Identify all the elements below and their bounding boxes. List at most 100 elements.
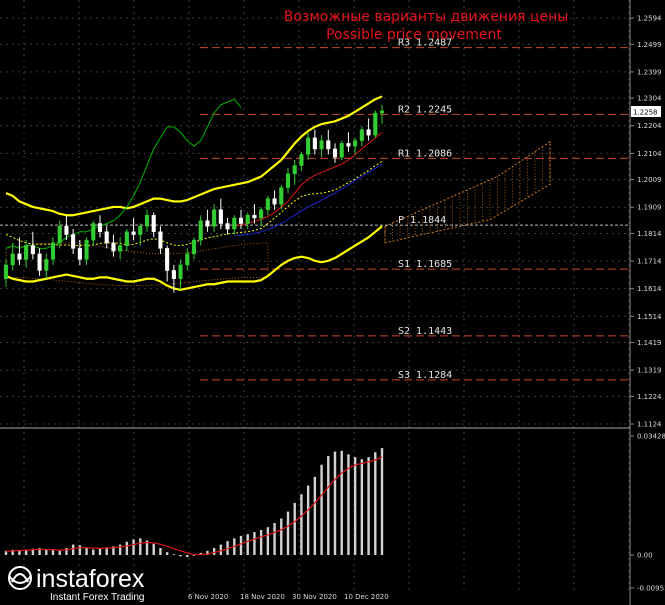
indicator-bar — [78, 545, 82, 555]
indicator-bar — [92, 549, 95, 555]
brand-tagline: Instant Forex Trading — [50, 592, 145, 603]
indicator-bar — [239, 535, 243, 555]
current-price-tag: 1.2258 — [631, 106, 661, 117]
candle-body — [252, 214, 257, 219]
indicator-bar — [192, 554, 196, 556]
indicator-bar — [219, 544, 223, 555]
candle-body — [165, 248, 170, 271]
indicator-bar — [179, 554, 182, 557]
candle-body — [118, 245, 123, 252]
price-tick-label: 1.2499 — [637, 41, 662, 49]
indicator-bar — [306, 485, 310, 555]
level-label: S3 1.1284 — [398, 370, 452, 381]
candle-body — [30, 245, 35, 255]
candle-body — [144, 214, 150, 227]
candle-body — [279, 187, 284, 205]
price-tick-label: 1.1814 — [637, 230, 662, 238]
level-name: S3 — [398, 370, 410, 381]
indicator-bar — [286, 511, 290, 555]
candle-body — [37, 253, 42, 271]
chart-canvas: R3 1.2487R2 1.2245R1 1.2086P 1.1844S1 1.1685S… — [0, 0, 665, 605]
candle-body — [312, 137, 317, 150]
level-name: S1 — [398, 259, 410, 270]
candle-body — [259, 209, 264, 219]
x-tick-label: 18 Nov 2020 — [240, 593, 285, 601]
x-tick-label: 30 Nov 2020 — [292, 593, 337, 601]
candle-body — [131, 231, 136, 235]
chart-background — [0, 0, 665, 605]
x-tick-label: 10 Dec 2020 — [344, 593, 389, 601]
candle-body — [306, 137, 311, 155]
candle-body — [366, 129, 371, 136]
level-name: R1 — [398, 148, 410, 159]
indicator-bar — [98, 548, 102, 555]
candle-body — [104, 231, 109, 244]
candle-body — [91, 223, 96, 241]
price-tick-label: 1.1319 — [637, 367, 662, 375]
candle-body — [64, 226, 69, 235]
candle-body — [97, 223, 103, 233]
indicator-bar — [58, 550, 61, 555]
candle-body — [319, 140, 324, 150]
price-tick-label: 1.1124 — [637, 421, 662, 429]
current-price-label: 1.2258 — [633, 109, 658, 117]
level-label: R1 1.2086 — [398, 148, 452, 159]
candle-body — [198, 220, 203, 241]
level-name: P — [398, 215, 404, 226]
indicator-bar — [51, 550, 55, 555]
indicator-bar — [380, 448, 384, 555]
candle-body — [138, 226, 143, 235]
level-value: 1.1685 — [416, 259, 452, 270]
indicator-bar — [374, 452, 377, 555]
candle-body — [353, 140, 358, 147]
indicator-bar — [280, 518, 283, 555]
level-value: 1.1443 — [416, 326, 452, 337]
candle-body — [225, 223, 230, 230]
candle-body — [158, 231, 163, 249]
price-tick-label: 1.1714 — [637, 258, 662, 266]
brand-name: instaforex — [36, 565, 145, 593]
candle-body — [151, 214, 156, 233]
indicator-bar — [71, 544, 75, 555]
candle-body — [191, 239, 197, 255]
candle-body — [84, 239, 89, 260]
level-name: S2 — [398, 326, 410, 337]
indicator-bar — [139, 538, 142, 555]
candle-body — [77, 248, 82, 260]
candle-body — [50, 242, 56, 260]
candle-body — [346, 143, 351, 147]
price-tick-label: 1.1614 — [637, 285, 662, 293]
indicator-bar — [360, 459, 364, 555]
candle-body — [111, 242, 116, 252]
candle-body — [124, 231, 129, 246]
indicator-bar — [125, 541, 129, 555]
indicator-tick-label: -0.00951 — [637, 585, 665, 593]
candle-body — [373, 112, 378, 136]
indicator-bar — [118, 544, 122, 555]
indicator-bar — [246, 534, 249, 555]
indicator-bar — [259, 529, 263, 555]
level-value: 1.1844 — [410, 215, 446, 226]
candle-body — [265, 198, 270, 210]
candle-body — [218, 209, 223, 224]
price-tick-label: 1.2104 — [637, 150, 662, 158]
candle-body — [232, 217, 237, 230]
indicator-bar — [300, 494, 303, 555]
price-tick-label: 1.1909 — [637, 204, 662, 212]
indicator-bar — [159, 548, 162, 555]
candle-body — [17, 253, 22, 260]
indicator-bar — [165, 552, 169, 555]
candle-body — [359, 129, 364, 141]
indicator-bar — [327, 456, 330, 555]
candle-body — [212, 209, 217, 227]
price-tick-label: 1.2204 — [637, 122, 662, 130]
candle-body — [44, 259, 49, 271]
level-label: S1 1.1685 — [398, 259, 452, 270]
candle-body — [238, 217, 244, 224]
indicator-tick-label: 0.03428 — [637, 433, 665, 441]
indicator-bar — [293, 502, 296, 555]
indicator-bar — [172, 554, 176, 556]
price-tick-label: 1.2594 — [637, 15, 662, 23]
candle-body — [205, 220, 210, 227]
indicator-bar — [313, 476, 317, 555]
